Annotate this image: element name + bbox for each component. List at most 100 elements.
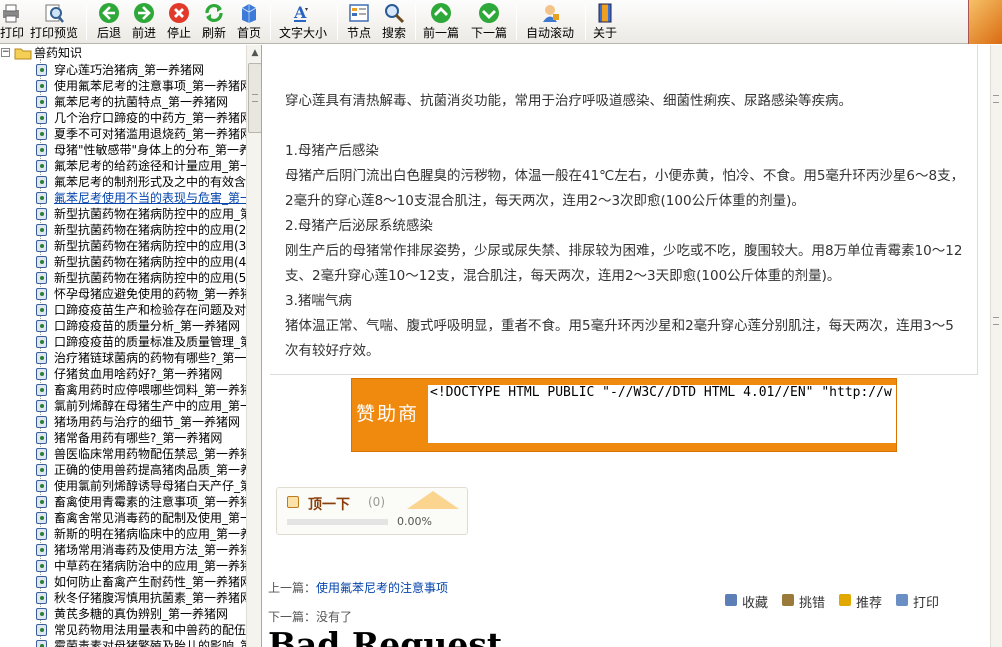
tree-item[interactable]: 新型抗菌药物在猪病防控中的应用(2) bbox=[0, 222, 246, 238]
tree-item[interactable]: 霉菌毒素对母猪繁殖及胎儿的影响_第一养猪网 bbox=[0, 638, 246, 647]
text-size-icon: A bbox=[293, 3, 308, 22]
tree-item[interactable]: 氟苯尼考的制剂形式及之中的有效含量 bbox=[0, 174, 246, 190]
print-icon bbox=[896, 594, 909, 606]
tree-item[interactable]: 兽医临床常用药物配伍禁忌_第一养猪网 bbox=[0, 446, 246, 462]
tree-item-label: 母猪"性敏感带"身体上的分布_第一养猪网 bbox=[54, 143, 246, 157]
tree-scrollbar[interactable]: ▲ bbox=[246, 45, 261, 647]
tree-item[interactable]: 使用氯前列烯醇诱导母猪白天产仔_第一养猪网 bbox=[0, 478, 246, 494]
tree-item[interactable]: 新型抗菌药物在猪病防控中的应用(4) bbox=[0, 254, 246, 270]
prev-article-button[interactable]: 前一篇 bbox=[421, 2, 461, 42]
tree-item-label: 仔猪贫血用啥药好?_第一养猪网 bbox=[54, 367, 223, 381]
text-size-button[interactable]: A 文字大小 bbox=[277, 2, 329, 42]
node-button[interactable]: 节点 bbox=[344, 2, 374, 42]
tree-item[interactable]: 治疗猪链球菌病的药物有哪些?_第一养猪网 bbox=[0, 350, 246, 366]
tree-root-node[interactable]: − 兽药知识 bbox=[0, 45, 246, 61]
tree-item[interactable]: 穿心莲巧治猪病_第一养猪网 bbox=[0, 62, 246, 78]
tree-item[interactable]: 如何防止畜禽产生耐药性_第一养猪网 bbox=[0, 574, 246, 590]
article-paragraph: 母猪产后阴门流出白色腥臭的污秽物，体温一般在41℃左右，小便赤黄，怕冷、不食。用… bbox=[285, 168, 965, 209]
article-paragraph: 刚生产后的母猪常作排尿姿势，少尿或尿失禁、排尿较为困难，少吃或不吃，腹围较大。用… bbox=[285, 243, 963, 284]
action-label: 打印 bbox=[913, 596, 940, 611]
tree-item[interactable]: 猪场用药与治疗的细节_第一养猪网 bbox=[0, 414, 246, 430]
tree-item[interactable]: 常见药物用法用量表和中兽药的配伍 bbox=[0, 622, 246, 638]
tree-item[interactable]: 母猪"性敏感带"身体上的分布_第一养猪网 bbox=[0, 142, 246, 158]
about-button[interactable]: 关于 bbox=[591, 2, 619, 42]
tree-item[interactable]: 畜禽使用青霉素的注意事项_第一养猪网 bbox=[0, 494, 246, 510]
tree-item-label: 霉菌毒素对母猪繁殖及胎儿的影响_第一养猪网 bbox=[54, 639, 246, 647]
action-1[interactable]: 挑错 bbox=[782, 592, 825, 611]
dig-widget[interactable]: 顶一下 (0) 0.00% bbox=[276, 487, 468, 535]
tree-item[interactable]: 使用氟苯尼考的注意事项_第一养猪网 bbox=[0, 78, 246, 94]
print-button[interactable]: 打印 bbox=[0, 2, 24, 42]
tree-item[interactable]: 畜禽用药时应停喂哪些饲料_第一养猪网 bbox=[0, 382, 246, 398]
tree-item[interactable]: 怀孕母猪应避免使用的药物_第一养猪网 bbox=[0, 286, 246, 302]
dig-label[interactable]: 顶一下 bbox=[308, 494, 350, 514]
tree-item[interactable]: 新型抗菌药物在猪病防控中的应用(5) bbox=[0, 270, 246, 286]
tree-item[interactable]: 秋冬仔猪腹泻慎用抗菌素_第一养猪网 bbox=[0, 590, 246, 606]
auto-scroll-icon bbox=[543, 5, 559, 22]
tree-item[interactable]: 猪常备用药有哪些?_第一养猪网 bbox=[0, 430, 246, 446]
refresh-button[interactable]: 刷新 bbox=[199, 2, 229, 42]
tree-item[interactable]: 口蹄疫疫苗的质量标准及质量管理_第一养猪网 bbox=[0, 334, 246, 350]
forward-button[interactable]: 前进 bbox=[129, 2, 159, 42]
toolbar-separator bbox=[585, 4, 586, 40]
home-button[interactable]: 首页 bbox=[234, 2, 264, 42]
document-icon bbox=[36, 144, 47, 156]
next-article-button[interactable]: 下一篇 bbox=[469, 2, 509, 42]
next-article-icon bbox=[479, 3, 499, 23]
tree-item[interactable]: 新型抗菌药物在猪病防控中的应用_第一养猪网 bbox=[0, 206, 246, 222]
tree-item[interactable]: 氟苯尼考的给药途径和计量应用_第一养猪网 bbox=[0, 158, 246, 174]
document-icon bbox=[36, 320, 47, 332]
toolbar-separator bbox=[86, 4, 87, 40]
prev-article-icon bbox=[431, 3, 451, 23]
scroll-thumb[interactable] bbox=[248, 63, 261, 133]
content-scrollbar[interactable] bbox=[990, 45, 1002, 647]
tree-item-label: 口蹄疫疫苗的质量标准及质量管理_第一养猪网 bbox=[54, 335, 246, 349]
document-icon bbox=[36, 304, 47, 316]
tree-item-label: 猪场常用消毒药及使用方法_第一养猪网 bbox=[54, 543, 246, 557]
tree-item[interactable]: 夏季不可对猪滥用退烧药_第一养猪网 bbox=[0, 126, 246, 142]
tree-item[interactable]: 畜禽舍常见消毒药的配制及使用_第一养猪网 bbox=[0, 510, 246, 526]
tree-item-label: 氟苯尼考的给药途径和计量应用_第一养猪网 bbox=[54, 159, 246, 173]
tree-item-label: 新型抗菌药物在猪病防控中的应用(3) bbox=[54, 239, 246, 253]
toolbar-separator bbox=[270, 4, 271, 40]
auto-scroll-button[interactable]: 自动滚动 bbox=[523, 2, 577, 42]
print-preview-button[interactable]: 打印预览 bbox=[28, 2, 80, 42]
tree-item[interactable]: 口蹄疫疫苗的质量分析_第一养猪网 bbox=[0, 318, 246, 334]
tree-item[interactable]: 黄芪多糖的真伪辨别_第一养猪网 bbox=[0, 606, 246, 622]
svg-text:A: A bbox=[293, 3, 307, 22]
grip-icon bbox=[252, 94, 258, 102]
tree-item[interactable]: 口蹄疫疫苗生产和检验存在问题及对策 bbox=[0, 302, 246, 318]
action-2[interactable]: 推荐 bbox=[839, 592, 882, 611]
dig-progress-bar bbox=[287, 519, 388, 525]
tree-item[interactable]: 新斯的明在猪病临床中的应用_第一养猪网 bbox=[0, 526, 246, 542]
tree-item[interactable]: 氟苯尼考的抗菌特点_第一养猪网 bbox=[0, 94, 246, 110]
dig-percent: 0.00% bbox=[397, 515, 432, 528]
stop-button[interactable]: 停止 bbox=[164, 2, 194, 42]
document-icon bbox=[36, 112, 47, 124]
tree-item[interactable]: 新型抗菌药物在猪病防控中的应用(3) bbox=[0, 238, 246, 254]
prev-article-link[interactable]: 使用氟苯尼考的注意事项 bbox=[316, 581, 448, 595]
action-label: 挑错 bbox=[799, 596, 826, 611]
tree-item[interactable]: 正确的使用兽药提高猪肉品质_第一养猪网 bbox=[0, 462, 246, 478]
tree-item[interactable]: 仔猪贫血用啥药好?_第一养猪网 bbox=[0, 366, 246, 382]
tree-item-label: 氟苯尼考的抗菌特点_第一养猪网 bbox=[54, 95, 229, 109]
collapse-toggle-icon[interactable]: − bbox=[1, 48, 10, 57]
tree-item[interactable]: 氯前列烯醇在母猪生产中的应用_第一养猪网 bbox=[0, 398, 246, 414]
tree-item[interactable]: 猪场常用消毒药及使用方法_第一养猪网 bbox=[0, 542, 246, 558]
article-heading: 3.猪喘气病 bbox=[285, 293, 352, 309]
tree-items: 穿心莲巧治猪病_第一养猪网 使用氟苯尼考的注意事项_第一养猪网 氟苯尼考的抗菌特点_… bbox=[0, 62, 246, 647]
scroll-up-icon[interactable]: ▲ bbox=[247, 45, 261, 61]
tree-item[interactable]: 中草药在猪病防治中的应用_第一养猪网 bbox=[0, 558, 246, 574]
document-icon bbox=[36, 400, 47, 412]
sponsor-code-text: <!DOCTYPE HTML PUBLIC "-//W3C//DTD HTML … bbox=[430, 385, 892, 400]
document-icon bbox=[36, 528, 47, 540]
search-button[interactable]: 搜索 bbox=[379, 2, 409, 42]
action-0[interactable]: 收藏 bbox=[725, 592, 768, 611]
tree-item-label: 几个治疗口蹄疫的中药方_第一养猪网 bbox=[54, 111, 246, 125]
tree-item-label: 使用氟苯尼考的注意事项_第一养猪网 bbox=[54, 79, 246, 93]
tree-item[interactable]: 几个治疗口蹄疫的中药方_第一养猪网 bbox=[0, 110, 246, 126]
back-button[interactable]: 后退 bbox=[94, 2, 124, 42]
tree-item-label: 如何防止畜禽产生耐药性_第一养猪网 bbox=[54, 575, 246, 589]
tree-item[interactable]: 氟苯尼考使用不当的表现与危害_第一养猪网 bbox=[0, 190, 246, 206]
action-3[interactable]: 打印 bbox=[896, 592, 939, 611]
